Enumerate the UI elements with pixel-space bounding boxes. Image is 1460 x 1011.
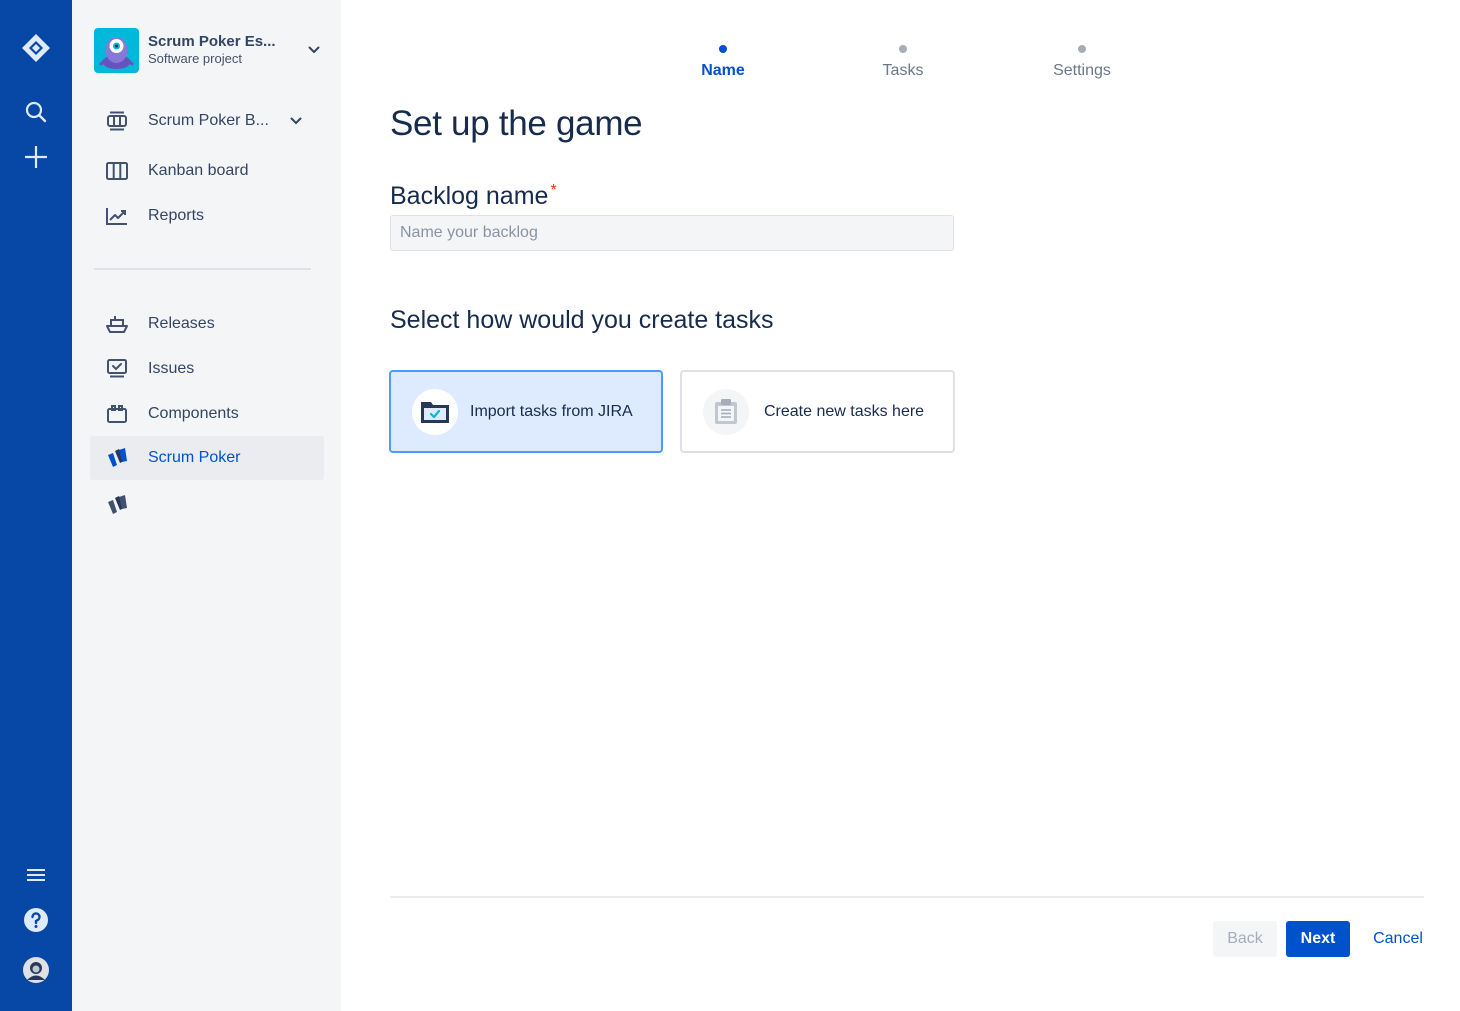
reports-icon — [105, 204, 129, 228]
step-label: Settings — [1053, 62, 1111, 79]
sidebar-item-reports[interactable]: Reports — [90, 194, 324, 238]
avatar[interactable] — [0, 950, 72, 990]
create-tasks-option[interactable]: Create new tasks here — [680, 370, 955, 453]
step-name[interactable]: Name — [663, 40, 783, 80]
components-icon — [105, 402, 129, 426]
board-icon — [105, 109, 129, 133]
sidebar-item-label: Kanban board — [148, 162, 249, 179]
sidebar-item-issues[interactable]: Issues — [90, 347, 324, 391]
step-settings[interactable]: Settings — [1022, 40, 1142, 80]
step-label: Name — [701, 62, 745, 79]
backlog-name-label-text: Backlog name — [390, 182, 549, 210]
option-label: Create new tasks here — [764, 402, 925, 420]
required-indicator: * — [550, 182, 557, 199]
backlog-name-input[interactable] — [390, 215, 954, 251]
sidebar-item-scrum-poker[interactable]: Scrum Poker — [90, 436, 324, 480]
sidebar-item-label: Scrum Poker B... — [148, 112, 269, 129]
sidebar-item-label: Issues — [148, 360, 195, 377]
next-button[interactable]: Next — [1286, 921, 1350, 957]
step-label: Tasks — [882, 62, 924, 79]
project-type: Software project — [148, 51, 242, 66]
main-content: Name Tasks Settings Set up the game Back… — [341, 0, 1460, 1011]
search-icon[interactable] — [0, 92, 72, 132]
issues-icon — [105, 357, 129, 381]
step-dot — [899, 45, 907, 53]
releases-icon — [105, 312, 129, 336]
folder-check-icon — [412, 388, 458, 435]
chevron-down-icon[interactable] — [286, 111, 306, 131]
wizard-progress: Name Tasks Settings — [341, 40, 1460, 90]
sidebar-item-scrum-poker-extra[interactable] — [90, 483, 324, 527]
step-dot — [1078, 45, 1086, 53]
sidebar-item-label: Releases — [148, 315, 215, 332]
create-icon[interactable] — [0, 137, 72, 177]
global-navigation — [0, 0, 72, 1011]
sidebar-item-label: Components — [148, 405, 239, 422]
project-name: Scrum Poker Es... — [148, 33, 276, 50]
step-dot — [719, 45, 727, 53]
back-button[interactable]: Back — [1213, 921, 1277, 957]
footer-divider — [390, 896, 1424, 898]
kanban-icon — [105, 159, 129, 183]
cancel-button[interactable]: Cancel — [1363, 921, 1433, 957]
sidebar-divider — [94, 268, 311, 270]
project-sidebar: Scrum Poker Es... Software project Scrum… — [72, 0, 341, 1011]
jira-logo-icon[interactable] — [0, 28, 72, 68]
backlog-name-label: Backlog name * — [390, 182, 557, 211]
help-icon[interactable] — [0, 900, 72, 940]
step-tasks[interactable]: Tasks — [843, 40, 963, 80]
option-label: Import tasks from JIRA — [470, 402, 633, 420]
sidebar-item-kanban-board[interactable]: Kanban board — [90, 149, 324, 193]
scrum-poker-icon — [105, 493, 129, 517]
clipboard-list-icon — [703, 388, 749, 435]
project-switcher[interactable]: Scrum Poker Es... Software project — [94, 27, 324, 73]
sidebar-item-releases[interactable]: Releases — [90, 302, 324, 346]
sidebar-item-components[interactable]: Components — [90, 392, 324, 436]
scrum-poker-icon — [105, 446, 129, 470]
chevron-down-icon[interactable] — [304, 40, 324, 60]
sidebar-item-label: Scrum Poker — [148, 449, 241, 466]
import-tasks-option[interactable]: Import tasks from JIRA — [389, 370, 663, 453]
sidebar-item-board[interactable]: Scrum Poker B... — [90, 99, 324, 143]
task-source-heading: Select how would you create tasks — [390, 306, 774, 334]
sidebar-item-label: Reports — [148, 207, 205, 224]
menu-icon[interactable] — [0, 855, 72, 895]
project-avatar — [94, 27, 139, 73]
page-title: Set up the game — [390, 104, 643, 143]
